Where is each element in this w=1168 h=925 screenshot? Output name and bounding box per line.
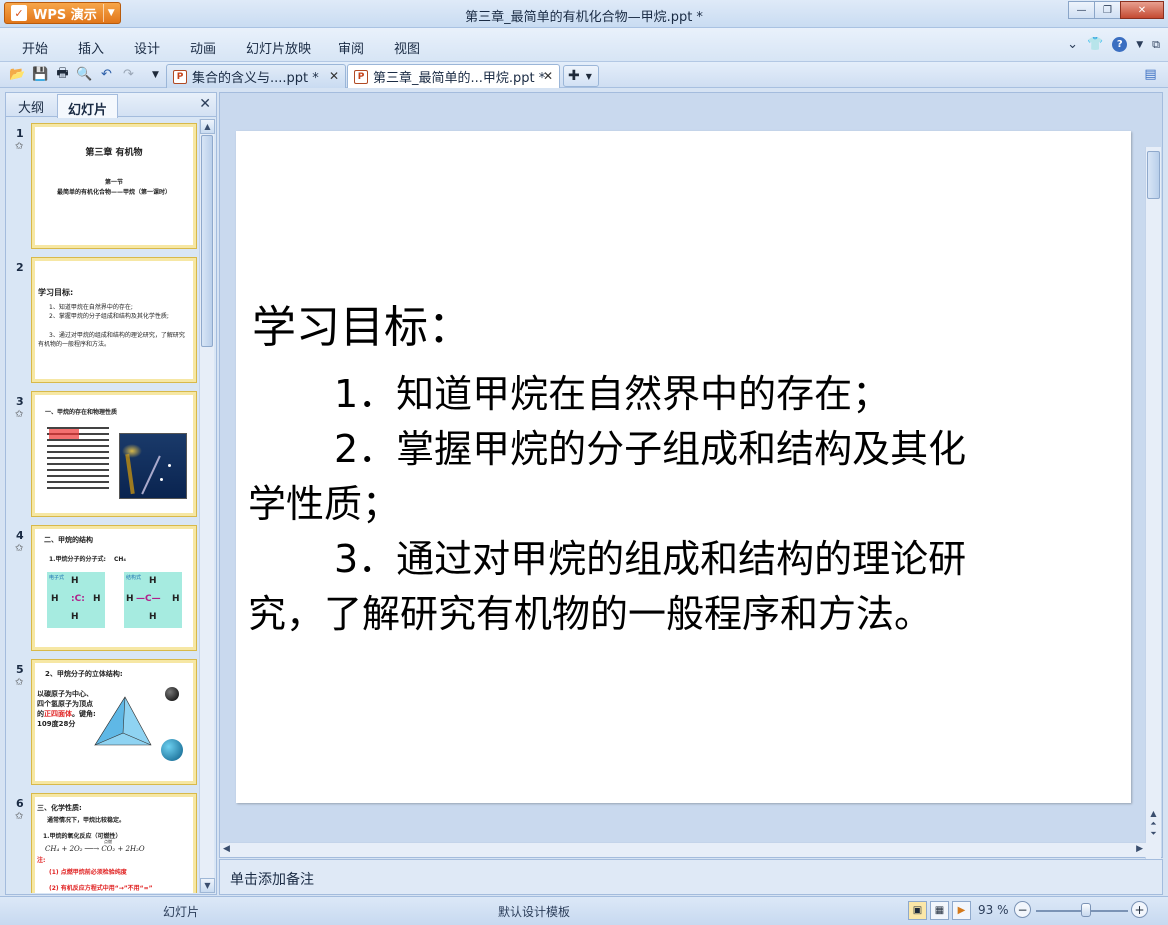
scroll-left-icon[interactable]: ◀ bbox=[223, 844, 230, 854]
print-icon[interactable]: 🖶 bbox=[54, 66, 71, 83]
collapse-ribbon-icon[interactable]: ⌄ bbox=[1067, 37, 1078, 52]
scroll-thumb[interactable] bbox=[201, 135, 213, 347]
structural-formula-box: 结构式 H H —C— H H bbox=[124, 572, 182, 628]
menu-slideshow[interactable]: 幻灯片放映 bbox=[246, 38, 311, 57]
slide-edit-area: 学习目标： 1．知道甲烷在自然界中的存在； 2．掌握甲烷的分子组成和结构及其化 … bbox=[219, 92, 1163, 859]
menu-insert[interactable]: 插入 bbox=[78, 38, 104, 57]
help-caret-icon[interactable]: ▼ bbox=[1136, 40, 1143, 50]
next-slide-icon[interactable]: ⏷ bbox=[1146, 829, 1161, 839]
chevron-down-icon: ▼ bbox=[585, 71, 592, 81]
scroll-down-icon[interactable]: ▼ bbox=[200, 878, 215, 893]
ppt-file-icon: P bbox=[354, 69, 368, 84]
skin-icon[interactable]: 👕 bbox=[1087, 37, 1103, 52]
space-filling-model-icon bbox=[161, 739, 183, 761]
undo-icon[interactable]: ↶ bbox=[98, 66, 115, 83]
objective-1: 1．知道甲烷在自然界中的存在； bbox=[334, 372, 891, 416]
close-panel-icon[interactable]: ✕ bbox=[199, 96, 211, 112]
doc-list-icon[interactable]: ▤ bbox=[1142, 66, 1159, 83]
open-icon[interactable]: 📂 bbox=[9, 66, 26, 83]
menu-review[interactable]: 审阅 bbox=[338, 38, 364, 57]
title-bar: ✓ WPS 演示 ▼ 第三章_最简单的有机化合物—甲烷.ppt * — ❐ ✕ bbox=[0, 0, 1168, 28]
customize-toolbar-icon[interactable]: ▼ bbox=[147, 66, 164, 83]
slideshow-icon[interactable]: ▶ bbox=[952, 901, 971, 920]
objective-3-line-2: 究，了解研究有机物的一般程序和方法。 bbox=[248, 592, 933, 636]
objective-3-line-1: 3．通过对甲烷的组成和结构的理论研 bbox=[334, 537, 967, 581]
slide-horizontal-scrollbar[interactable]: ◀ ▶ bbox=[220, 842, 1146, 857]
scroll-up-icon[interactable]: ▲ bbox=[1146, 809, 1161, 819]
ball-model-icon bbox=[165, 687, 179, 701]
thumbnail-slide-4[interactable]: 4 ✩ 二、甲烷的结构 1.甲烷分子的分子式: CH₄ 电子式 H H :C: … bbox=[12, 525, 197, 651]
electron-formula-box: 电子式 H H :C: H H bbox=[47, 572, 105, 628]
save-icon[interactable]: 💾 bbox=[32, 66, 49, 83]
thumbnail-slide-3[interactable]: 3 ✩ 一、甲烷的存在和物理性质 bbox=[12, 391, 197, 517]
slide-sorter-icon[interactable]: ▦ bbox=[930, 901, 949, 920]
status-bar: 幻灯片 默认设计模板 ▣ ▦ ▶ 93 % − + bbox=[0, 896, 1168, 925]
slide-vertical-scrollbar[interactable]: ▲ ⏶ ⏷ bbox=[1145, 147, 1161, 859]
new-tab-button[interactable]: ✚ ▼ bbox=[563, 65, 599, 87]
slide-thumbnail-panel: 大纲 幻灯片 ✕ 1 ✩ 第三章 有机物 第一节 最简单的有机化合物——甲烷（第… bbox=[5, 92, 217, 895]
status-slide-indicator: 幻灯片 bbox=[163, 905, 200, 919]
tab-slides[interactable]: 幻灯片 bbox=[57, 94, 119, 118]
thumbnail-slide-6[interactable]: 6 ✩ 三、化学性质: 通常情况下，甲烷比较稳定。 1.甲烷的氧化反应（可燃性）… bbox=[12, 793, 197, 893]
objective-2-line-2: 学性质； bbox=[248, 482, 401, 526]
print-preview-icon[interactable]: 🔍 bbox=[76, 66, 93, 83]
tetrahedron-image bbox=[94, 696, 152, 746]
window-title: 第三章_最简单的有机化合物—甲烷.ppt * bbox=[465, 10, 703, 25]
scroll-thumb[interactable] bbox=[1147, 151, 1160, 199]
tab-outline[interactable]: 大纲 bbox=[8, 93, 54, 117]
plus-icon: ✚ bbox=[568, 68, 580, 84]
seabed-image bbox=[119, 433, 187, 499]
help-icon[interactable]: ? bbox=[1112, 37, 1128, 52]
animation-star-icon: ✩ bbox=[15, 409, 24, 420]
scroll-right-icon[interactable]: ▶ bbox=[1136, 844, 1143, 854]
menu-bar: 开始 插入 设计 动画 幻灯片放映 审阅 视图 ⌄ 👕 ? ▼ ⧉ bbox=[0, 28, 1168, 62]
restore-icon[interactable]: ⧉ bbox=[1152, 38, 1160, 52]
zoom-slider-thumb[interactable] bbox=[1081, 903, 1092, 917]
thumbnail-list: 1 ✩ 第三章 有机物 第一节 最简单的有机化合物——甲烷（第一课时） 2 学习… bbox=[12, 119, 197, 893]
window-controls: — ❐ ✕ bbox=[1068, 1, 1164, 19]
thumbnail-slide-1[interactable]: 1 ✩ 第三章 有机物 第一节 最简单的有机化合物——甲烷（第一课时） bbox=[12, 123, 197, 249]
scroll-up-icon[interactable]: ▲ bbox=[200, 119, 215, 134]
close-button[interactable]: ✕ bbox=[1120, 1, 1164, 19]
close-tab-icon[interactable]: ✕ bbox=[329, 69, 339, 83]
thumbnail-scrollbar[interactable]: ▲ ▼ bbox=[199, 119, 215, 893]
thumbnail-slide-2[interactable]: 2 学习目标: 1、知道甲烷在自然界中的存在; 2、掌握甲烷的分子组成和结构及其… bbox=[12, 257, 197, 383]
zoom-in-icon[interactable]: + bbox=[1131, 901, 1148, 918]
thumbnail-slide-5[interactable]: 5 ✩ 2、甲烷分子的立体结构: 以碳原子为中心、四个氢原子为顶点的正四面体。键… bbox=[12, 659, 197, 785]
menu-animation[interactable]: 动画 bbox=[190, 38, 216, 57]
ppt-file-icon: P bbox=[173, 69, 187, 84]
normal-view-icon[interactable]: ▣ bbox=[908, 901, 927, 920]
tab-label: 集合的含义与....ppt * bbox=[192, 71, 319, 86]
menu-view[interactable]: 视图 bbox=[394, 38, 420, 57]
objective-2-line-1: 2．掌握甲烷的分子组成和结构及其化 bbox=[334, 427, 967, 471]
previous-slide-icon[interactable]: ⏶ bbox=[1146, 819, 1161, 829]
animation-star-icon: ✩ bbox=[15, 543, 24, 554]
menu-home[interactable]: 开始 bbox=[22, 38, 48, 57]
animation-star-icon: ✩ bbox=[15, 811, 24, 822]
redo-icon[interactable]: ↷ bbox=[120, 66, 137, 83]
menu-design[interactable]: 设计 bbox=[134, 38, 160, 57]
status-template: 默认设计模板 bbox=[498, 905, 571, 919]
tab-document-2[interactable]: P 第三章_最简单的...甲烷.ppt * ✕ bbox=[347, 64, 560, 88]
notes-placeholder: 单击添加备注 bbox=[230, 872, 314, 888]
zoom-level: 93 % bbox=[978, 903, 1009, 917]
animation-star-icon: ✩ bbox=[15, 141, 24, 152]
slide-body-text[interactable]: 1．知道甲烷在自然界中的存在； 2．掌握甲烷的分子组成和结构及其化 学性质； 3… bbox=[248, 367, 1108, 642]
zoom-out-icon[interactable]: − bbox=[1014, 901, 1031, 918]
close-tab-icon[interactable]: ✕ bbox=[543, 69, 553, 83]
tab-label: 第三章_最简单的...甲烷.ppt * bbox=[373, 71, 546, 86]
quick-access-toolbar: 📂 💾 🖶 🔍 ↶ ↷ ▼ P 集合的含义与....ppt * ✕ P 第三章_… bbox=[0, 62, 1168, 88]
slide-title[interactable]: 学习目标： bbox=[252, 291, 472, 355]
animation-star-icon: ✩ bbox=[15, 677, 24, 688]
minimize-button[interactable]: — bbox=[1068, 1, 1095, 19]
tab-document-1[interactable]: P 集合的含义与....ppt * ✕ bbox=[166, 64, 346, 88]
maximize-button[interactable]: ❐ bbox=[1094, 1, 1121, 19]
current-slide[interactable]: 学习目标： 1．知道甲烷在自然界中的存在； 2．掌握甲烷的分子组成和结构及其化 … bbox=[236, 131, 1131, 803]
notes-pane[interactable]: 单击添加备注 bbox=[219, 859, 1163, 895]
